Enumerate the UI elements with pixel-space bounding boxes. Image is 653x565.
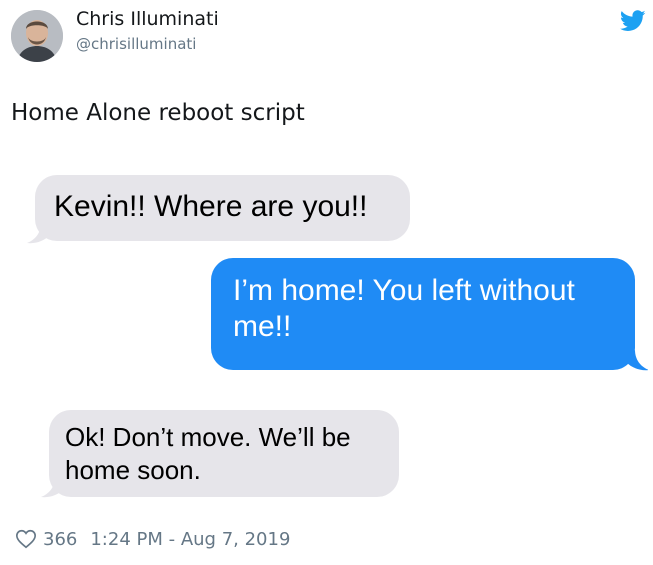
message-bubble-outgoing: I’m home! You left without me!! — [211, 258, 635, 370]
message-bubble-incoming: Kevin!! Where are you!! — [35, 175, 410, 241]
avatar-image — [11, 10, 63, 62]
message-bubble-incoming: Ok! Don’t move. We’ll be home soon. — [49, 410, 399, 497]
avatar[interactable] — [11, 10, 63, 62]
author-display-name[interactable]: Chris Illuminati — [76, 8, 219, 30]
like-count[interactable]: 366 — [43, 529, 77, 550]
heart-icon[interactable] — [15, 528, 37, 550]
author-handle[interactable]: @chrisilluminati — [76, 35, 196, 53]
tweet-header: Chris Illuminati @chrisilluminati — [0, 0, 653, 80]
tweet-media-image[interactable]: Kevin!! Where are you!! I’m home! You le… — [11, 145, 648, 513]
tweet-timestamp[interactable]: 1:24 PM - Aug 7, 2019 — [90, 529, 290, 550]
tweet-footer: 366 1:24 PM - Aug 7, 2019 — [15, 526, 290, 552]
tweet-text: Home Alone reboot script — [11, 100, 305, 126]
twitter-bird-icon[interactable] — [620, 10, 646, 32]
